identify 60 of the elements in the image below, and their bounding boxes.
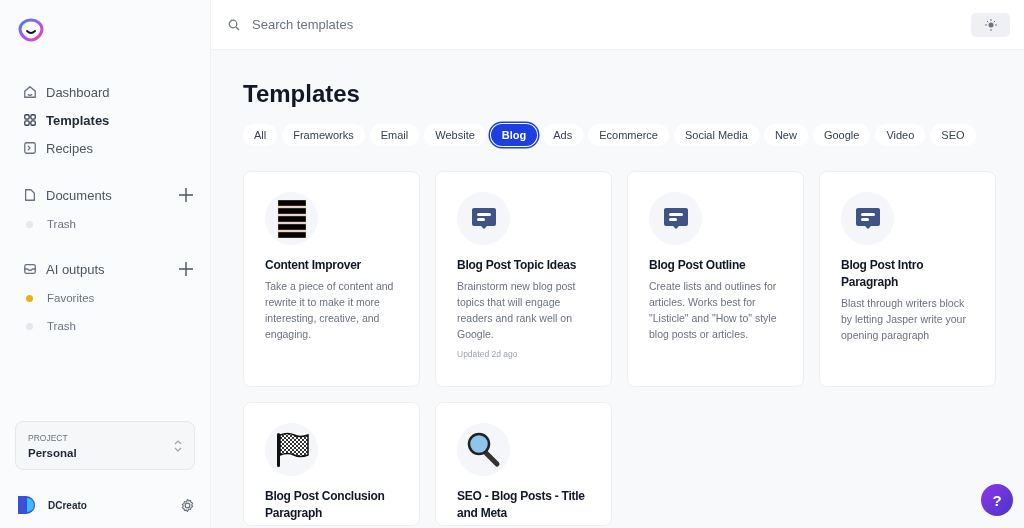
filter-chip[interactable]: New	[763, 124, 808, 146]
card-description: Brainstorm new blog post topics that will engage readers and rank well on Google.	[457, 279, 577, 342]
avatar-icon	[18, 496, 36, 514]
add-button[interactable]	[177, 186, 195, 204]
folder-item[interactable]: Trash	[15, 318, 195, 334]
card-description: Take a piece of content and rewrite it to make it more interesting, creative, and engaging.	[265, 279, 395, 342]
filter-chip[interactable]: Blog	[490, 124, 538, 146]
search-icon	[228, 18, 240, 31]
updated-time: Updated 2d ago	[457, 349, 519, 359]
filter-chip[interactable]: Email	[369, 124, 420, 146]
chevron-up-down-icon	[174, 439, 182, 452]
card-title: Blog Post Outline	[649, 257, 747, 274]
page-title: Templates	[243, 80, 361, 108]
card-title: Blog Post Intro Paragraph	[841, 257, 925, 291]
inbox-icon	[23, 262, 37, 276]
nav-item[interactable]: Dashboard	[15, 82, 195, 102]
nav-item[interactable]: Templates	[15, 110, 195, 130]
message-icon	[662, 206, 689, 231]
add-button[interactable]	[177, 260, 195, 278]
template-card[interactable]: SEO - Blog Posts - Title and Meta	[435, 402, 612, 526]
template-card[interactable]: Blog Post Intro Paragraph Blast through writers block by letting Jasper write your opening paragraph	[819, 171, 996, 387]
folder-item[interactable]: Trash	[15, 216, 195, 232]
filter-chip[interactable]: Ads	[542, 124, 584, 146]
lines-icon	[277, 199, 306, 238]
message-icon	[470, 206, 497, 231]
card-title: Blog Post Topic Ideas	[457, 257, 578, 274]
grid-icon	[23, 113, 37, 127]
section-link[interactable]: AI outputs	[23, 261, 105, 277]
template-card[interactable]: Blog Post Topic Ideas Brainstorm new blog post topics that will engage readers and rank well on Google. Updated 2d ago	[435, 171, 612, 387]
file-icon	[23, 188, 37, 202]
terminal-icon	[23, 141, 37, 155]
home-icon	[23, 85, 37, 99]
user-name: DCreato	[48, 499, 88, 511]
logo-icon[interactable]	[17, 18, 45, 42]
filter-chip[interactable]: Google	[812, 124, 871, 146]
nav-item[interactable]: Recipes	[15, 138, 195, 158]
card-title: Blog Post Conclusion Paragraph	[265, 488, 386, 522]
filter-chip[interactable]: All	[243, 124, 278, 146]
section-link[interactable]: Documents	[23, 187, 112, 203]
card-description: Blast through writers block by letting Jasper write your opening paragraph	[841, 296, 967, 343]
template-card[interactable]: Blog Post Conclusion Paragraph	[243, 402, 420, 526]
template-card[interactable]: Blog Post Outline Create lists and outlines for articles. Works best for "Listicle" and "How to" style blog posts or articles.	[627, 171, 804, 387]
filter-chip[interactable]: Ecommerce	[588, 124, 669, 146]
filter-chip[interactable]: Social Media	[673, 124, 759, 146]
message-icon	[854, 206, 881, 231]
bulb-icon	[984, 18, 997, 31]
filter-chip[interactable]: SEO	[930, 124, 976, 146]
settings-icon[interactable]	[180, 497, 195, 513]
magnifier-icon	[465, 430, 502, 469]
search-input[interactable]: Search templates	[250, 16, 961, 33]
filter-chip[interactable]: Frameworks	[282, 124, 365, 146]
card-description: Create lists and outlines for articles. Works best for "Listicle" and "How to" style blog posts or articles.	[649, 279, 778, 342]
card-title: SEO - Blog Posts - Title and Meta	[457, 488, 586, 522]
folder-item[interactable]: Favorites	[15, 290, 195, 306]
filter-chip[interactable]: Website	[424, 124, 486, 146]
filter-chip[interactable]: Video	[875, 124, 926, 146]
card-title: Content Improver	[265, 257, 362, 274]
project-selector[interactable]: PROJECT Personal	[15, 421, 195, 470]
template-card[interactable]: Content Improver Take a piece of content and rewrite it to make it more interesting, creative, and engaging.	[243, 171, 420, 387]
theme-button[interactable]	[971, 12, 1010, 37]
